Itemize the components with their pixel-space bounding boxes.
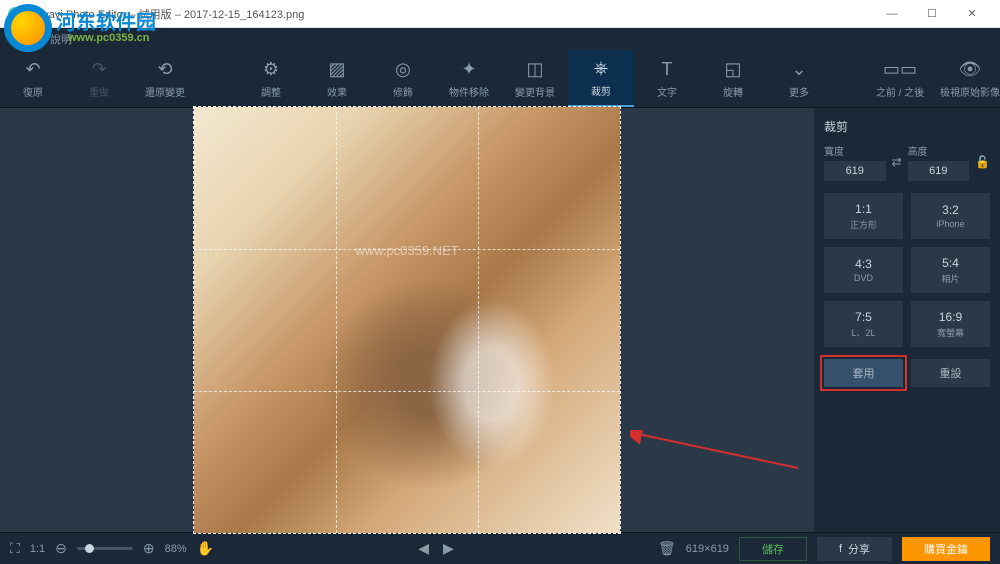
rotate-button[interactable]: ◱ 旋轉 <box>700 50 766 107</box>
crop-panel: 裁剪 寬度 ⇄ 高度 🔓 1:1正方形 3:2iPhone 4:3DVD 5:4… <box>814 108 1000 532</box>
background-icon: ◫ <box>526 59 543 80</box>
before-after-button[interactable]: ▭▭ 之前 / 之後 <box>860 50 940 107</box>
app-logo <box>8 7 22 21</box>
crop-gridline <box>194 249 620 250</box>
remove-button[interactable]: ✦ 物件移除 <box>436 50 502 107</box>
crop-gridline <box>194 391 620 392</box>
ratio-16-9[interactable]: 16:9寬螢幕 <box>911 301 990 347</box>
background-button[interactable]: ◫ 變更背景 <box>502 50 568 107</box>
view-original-button[interactable]: 👁 檢視原始影像 <box>940 50 1000 107</box>
title-bar: Movavi Photo Editor – 試用版 – 2017-12-15_1… <box>0 0 1000 28</box>
zoom-out-icon[interactable]: ⊖ <box>55 540 67 557</box>
dimensions-display: 619×619 <box>686 543 729 555</box>
undo-button[interactable]: ↶ 復原 <box>0 50 66 107</box>
canvas-area[interactable]: www.pc0359.NET <box>0 108 814 532</box>
apply-button[interactable]: 套用 <box>824 359 903 387</box>
photo-preview: www.pc0359.NET <box>194 107 620 533</box>
prev-icon[interactable]: ◀ <box>418 540 429 557</box>
height-input[interactable] <box>908 161 970 181</box>
effects-button[interactable]: ▨ 效果 <box>304 50 370 107</box>
lock-icon[interactable]: 🔓 <box>975 155 990 169</box>
adjust-button[interactable]: ⚙ 調整 <box>238 50 304 107</box>
menu-bar: 檔案 說明 <box>0 28 1000 50</box>
retouch-icon: ◎ <box>395 59 411 80</box>
next-icon[interactable]: ▶ <box>443 540 454 557</box>
bottom-bar: ⛶ 1:1 ⊖ ⊕ 88% ✋ ◀ ▶ 🗑 619×619 儲存 f分享 購買金… <box>0 532 1000 564</box>
rotate-icon: ◱ <box>724 59 741 80</box>
buy-button[interactable]: 購買金鑰 <box>902 537 990 561</box>
reset-button[interactable]: 重設 <box>911 359 990 387</box>
maximize-button[interactable]: ☐ <box>912 0 952 28</box>
zoom-value: 88% <box>165 543 187 555</box>
revert-icon: ⟲ <box>157 59 172 80</box>
text-button[interactable]: T 文字 <box>634 50 700 107</box>
remove-icon: ✦ <box>461 59 476 80</box>
effects-icon: ▨ <box>328 59 345 80</box>
ratio-4-3[interactable]: 4:3DVD <box>824 247 903 293</box>
trash-icon[interactable]: 🗑 <box>658 540 676 557</box>
ratio-5-4[interactable]: 5:4相片 <box>911 247 990 293</box>
ratio-3-2[interactable]: 3:2iPhone <box>911 193 990 239</box>
photo-watermark: www.pc0359.NET <box>355 243 458 258</box>
crop-gridline <box>336 107 337 533</box>
hand-icon[interactable]: ✋ <box>197 540 214 557</box>
width-input[interactable] <box>824 161 886 181</box>
retouch-button[interactable]: ◎ 修飾 <box>370 50 436 107</box>
more-button[interactable]: ⌄ 更多 <box>766 50 832 107</box>
fullscreen-icon[interactable]: ⛶ <box>10 540 20 557</box>
save-button[interactable]: 儲存 <box>739 537 807 561</box>
menu-help[interactable]: 說明 <box>50 31 72 47</box>
zoom-in-icon[interactable]: ⊕ <box>143 540 155 557</box>
crop-gridline <box>478 107 479 533</box>
ratio-display: 1:1 <box>30 543 45 555</box>
eye-icon: 👁 <box>959 59 982 80</box>
toolbar: ↶ 復原 ↷ 重做 ⟲ 還原變更 ⚙ 調整 ▨ 效果 ◎ 修飾 ✦ 物件移除 ◫… <box>0 50 1000 108</box>
ratio-7-5[interactable]: 7:5L、2L <box>824 301 903 347</box>
chevron-down-icon: ⌄ <box>791 59 806 80</box>
close-button[interactable]: ✕ <box>952 0 992 28</box>
minimize-button[interactable]: — <box>872 0 912 28</box>
redo-button[interactable]: ↷ 重做 <box>66 50 132 107</box>
height-label: 高度 <box>908 143 970 158</box>
menu-file[interactable]: 檔案 <box>12 31 34 47</box>
ratio-grid: 1:1正方形 3:2iPhone 4:3DVD 5:4相片 7:5L、2L 16… <box>824 193 990 347</box>
text-icon: T <box>662 59 673 80</box>
main-area: www.pc0359.NET 裁剪 寬度 ⇄ 高度 🔓 1:1正方形 <box>0 108 1000 532</box>
adjust-icon: ⚙ <box>263 59 279 80</box>
undo-icon: ↶ <box>25 59 40 80</box>
redo-icon: ↷ <box>91 59 106 80</box>
ratio-1-1[interactable]: 1:1正方形 <box>824 193 903 239</box>
window-title: Movavi Photo Editor – 試用版 – 2017-12-15_1… <box>28 6 304 22</box>
facebook-icon: f <box>839 543 842 555</box>
link-icon[interactable]: ⇄ <box>892 155 902 169</box>
crop-icon: ⎈ <box>594 58 608 79</box>
width-label: 寬度 <box>824 143 886 158</box>
crop-selection[interactable]: www.pc0359.NET <box>193 106 621 534</box>
annotation-arrow <box>630 430 800 470</box>
zoom-slider[interactable] <box>77 547 133 550</box>
panel-title: 裁剪 <box>824 118 990 135</box>
share-button[interactable]: f分享 <box>817 537 892 561</box>
compare-icon: ▭▭ <box>883 59 917 80</box>
crop-button[interactable]: ⎈ 裁剪 <box>568 50 634 107</box>
revert-button[interactable]: ⟲ 還原變更 <box>132 50 198 107</box>
